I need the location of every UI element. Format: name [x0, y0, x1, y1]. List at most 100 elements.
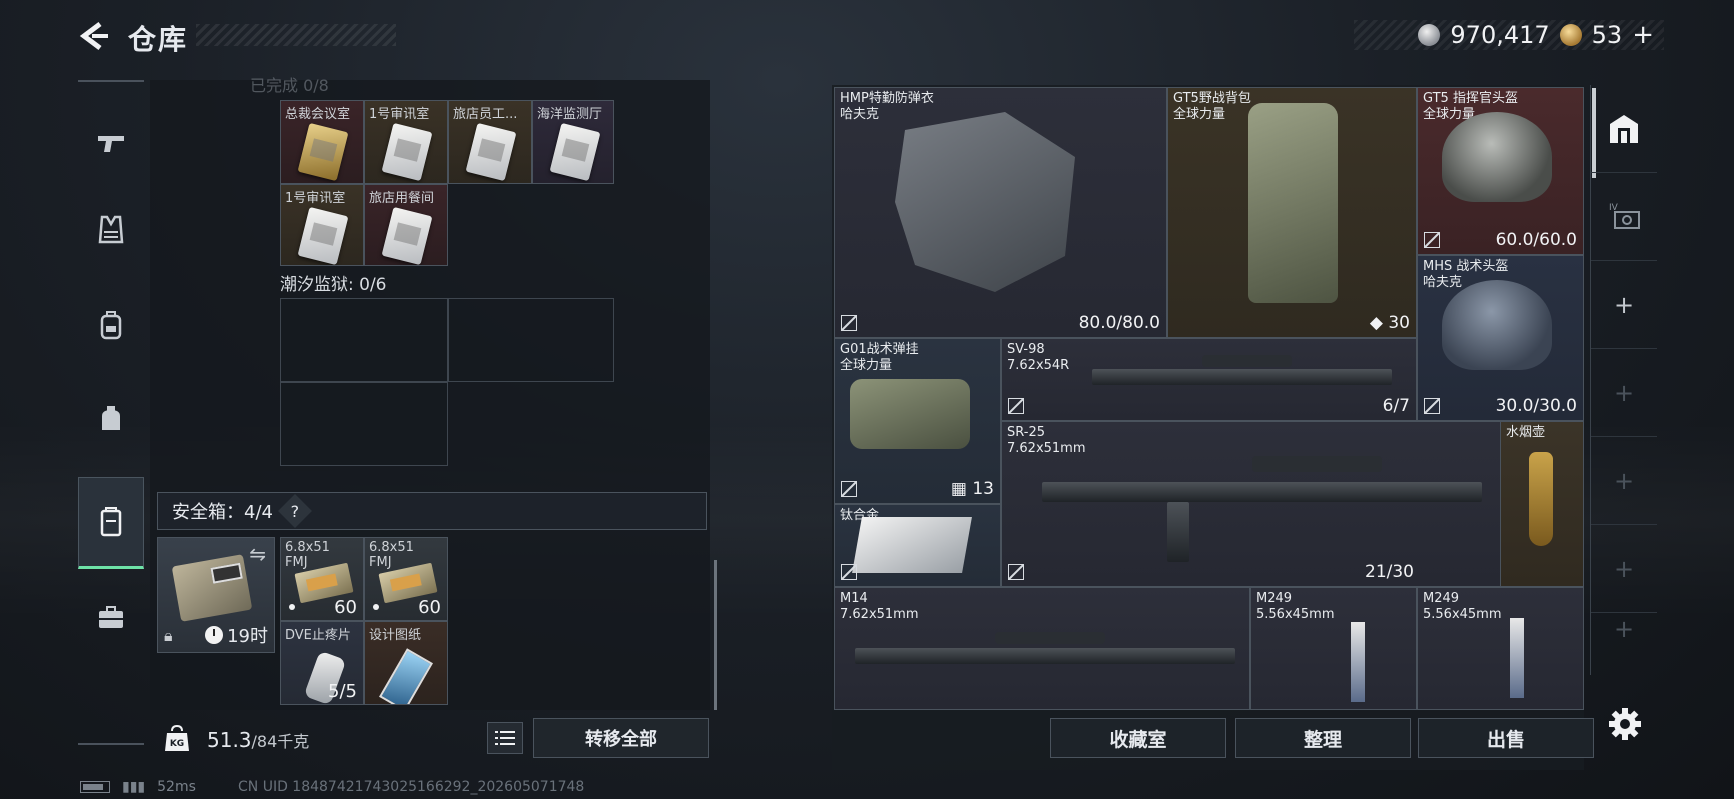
item-count: 60	[334, 597, 357, 618]
item-name: G01战术弹挂 全球力量	[840, 342, 919, 373]
helmet-image	[1442, 280, 1552, 370]
keycard-icon	[465, 122, 517, 182]
ammo-count: 6/7	[1382, 396, 1410, 416]
safebox-timer: 19时	[205, 622, 268, 648]
no-insure-icon	[1424, 398, 1440, 414]
list-view-button[interactable]	[487, 722, 523, 754]
nav-weapons[interactable]	[78, 108, 144, 178]
stash-tabs: IV + + + + +	[1590, 85, 1657, 675]
keycard-icon	[549, 122, 601, 182]
plus-icon: +	[1613, 378, 1635, 407]
magazine-image	[1167, 502, 1189, 562]
currency-bar: 970,417 53 +	[1354, 20, 1664, 50]
stash-item-titanium[interactable]: 钛合金	[834, 504, 1001, 587]
nav-armor[interactable]	[78, 194, 144, 264]
left-nav	[78, 80, 144, 745]
hookah-image	[1529, 452, 1553, 546]
back-arrow-icon[interactable]	[78, 20, 112, 52]
transfer-all-button[interactable]: 转移全部	[533, 718, 709, 758]
gold-coin-icon	[1559, 24, 1582, 46]
stash-item-hookah[interactable]: 水烟壶	[1500, 421, 1584, 587]
keycard-slot[interactable]: 1号审讯室	[280, 184, 364, 266]
gear-icon[interactable]	[1606, 705, 1644, 743]
keycard-label: 总裁会议室	[285, 107, 351, 122]
stash-icon	[1610, 114, 1638, 143]
weight-current: 51.3	[207, 728, 252, 752]
item-label: DVE止疼片	[285, 628, 351, 643]
nav-toolbox[interactable]	[78, 582, 144, 652]
safebox-item-ammo[interactable]: 6.8x51 FMJ 60	[280, 537, 364, 621]
weight-bar: KG 51.3/84千克 转移全部	[157, 716, 709, 760]
nav-safebox[interactable]	[78, 477, 144, 569]
item-name: 水烟壶	[1506, 425, 1546, 440]
safebox-item-blueprint[interactable]: 设计图纸	[364, 621, 448, 705]
keycard-slot[interactable]: 1号审讯室	[364, 100, 448, 184]
no-insure-icon	[841, 481, 857, 497]
safebox-container[interactable]: ⇋ 🔒︎ 19时	[157, 537, 275, 653]
stash-item-helmet[interactable]: MHS 战术头盔 哈夫克 30.0/30.0	[1417, 255, 1584, 421]
keycard-slot[interactable]: 旅店用餐间	[364, 184, 448, 266]
stash-item-armor[interactable]: HMP特勤防弹衣 哈夫克 80.0/80.0	[834, 87, 1167, 338]
prison-progress-label: 潮汐监狱: 0/6	[280, 275, 387, 295]
stash-item-sv98[interactable]: SV-98 7.62x54R 6/7	[1001, 338, 1417, 421]
gold-amount: 53	[1591, 21, 1623, 49]
item-count: 5/5	[328, 681, 357, 702]
stash-item-chest-rig[interactable]: G01战术弹挂 全球力量 ▦ 13	[834, 338, 1001, 504]
chest-rig-image	[850, 379, 970, 449]
help-button[interactable]: ?	[277, 494, 312, 528]
durability: 30.0/30.0	[1495, 396, 1577, 416]
scope-image	[1252, 456, 1382, 472]
page-title: 仓库	[128, 23, 189, 56]
weight-icon-text: KG	[170, 739, 184, 749]
silver-amount: 970,417	[1450, 21, 1550, 49]
stash-item-backpack[interactable]: GT5野战背包 全球力量 ◆ 30	[1167, 87, 1417, 338]
stash-item-helmet[interactable]: GT5 指挥官头盔 全球力量 60.0/60.0	[1417, 87, 1584, 255]
ammo-belt-image	[1510, 618, 1524, 698]
no-insure-icon	[1008, 398, 1024, 414]
no-insure-icon	[1008, 564, 1024, 580]
empty-slot[interactable]	[280, 298, 448, 382]
tab-stash-iv[interactable]: IV	[1591, 173, 1657, 261]
tier-label: IV	[1609, 203, 1619, 213]
scope-image	[995, 632, 1105, 644]
stash-item-m249-ammo[interactable]: M249 5.56x45mm	[1417, 587, 1584, 710]
safebox-item-painkiller[interactable]: DVE止疼片 5/5	[280, 621, 364, 705]
swap-icon[interactable]: ⇋	[249, 542, 266, 566]
add-stash-tab[interactable]: +	[1591, 261, 1657, 349]
organize-button[interactable]: 整理	[1235, 718, 1411, 758]
user-uid: CN UID 18487421743025166292_202605071748	[238, 779, 585, 795]
nav-backpack[interactable]	[78, 290, 144, 360]
item-name: M249 5.56x45mm	[1256, 591, 1335, 622]
keycard-grid: 总裁会议室 1号审讯室 旅店员工... 海洋监测厅 1号审讯室 旅店用餐间	[280, 100, 614, 268]
add-currency-button[interactable]: +	[1632, 20, 1654, 50]
sell-button[interactable]: 出售	[1418, 718, 1594, 758]
keycard-slot[interactable]: 总裁会议室	[280, 100, 364, 184]
plus-icon: +	[1613, 554, 1635, 583]
clock-icon	[205, 626, 224, 644]
add-stash-tab[interactable]: +	[1591, 349, 1657, 437]
title-decoration	[196, 24, 396, 46]
stash-item-sr25[interactable]: SR-25 7.62x51mm 21/30	[1001, 421, 1501, 587]
collection-room-button[interactable]: 收藏室	[1050, 718, 1226, 758]
left-scrollbar[interactable]	[714, 560, 717, 710]
ammo-belt-image	[1351, 622, 1365, 702]
tab-stash-main[interactable]	[1591, 85, 1657, 173]
durability: 80.0/80.0	[1078, 313, 1160, 333]
titanium-image	[852, 517, 972, 573]
item-name: M14 7.62x51mm	[840, 591, 919, 622]
empty-slot[interactable]	[280, 382, 448, 466]
keycard-slot[interactable]: 海洋监测厅	[532, 100, 614, 184]
stash-item-m249-ammo[interactable]: M249 5.56x45mm	[1250, 587, 1417, 710]
add-stash-tab[interactable]: +	[1591, 585, 1657, 673]
keycard-slot[interactable]: 旅店员工...	[448, 100, 532, 184]
safebox-item-ammo[interactable]: 6.8x51 FMJ 60	[364, 537, 448, 621]
empty-slot[interactable]	[448, 298, 614, 382]
keycard-icon	[381, 206, 433, 265]
stash-item-m14[interactable]: M14 7.62x51mm	[834, 587, 1250, 710]
weight-value: 51.3/84千克	[207, 728, 309, 752]
keycard-label: 1号审讯室	[369, 107, 430, 122]
no-insure-icon	[841, 564, 857, 580]
item-count: 60	[418, 597, 441, 618]
nav-pouch[interactable]	[78, 384, 144, 454]
add-stash-tab[interactable]: +	[1591, 437, 1657, 525]
